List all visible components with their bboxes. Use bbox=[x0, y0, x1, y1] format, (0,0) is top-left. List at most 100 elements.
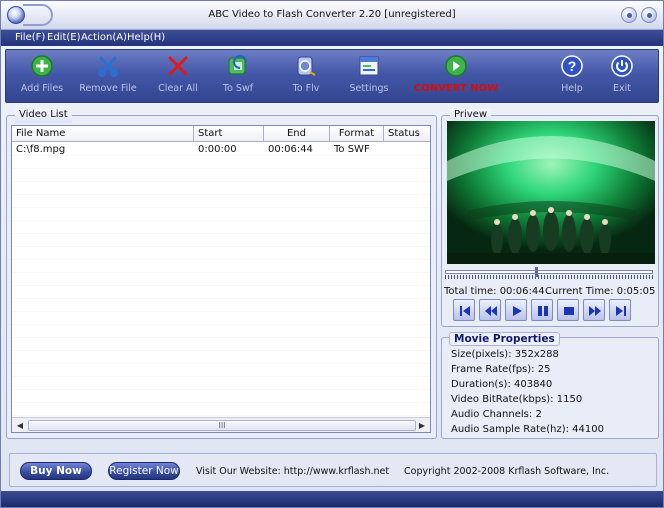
prop-audio-channels-value: 2 bbox=[535, 409, 542, 420]
to-swf-button[interactable]: To Swf bbox=[214, 54, 262, 100]
prop-frame-rate-value: 25 bbox=[537, 364, 551, 375]
website-link[interactable]: Visit Our Website: http://www.krflash.ne… bbox=[196, 466, 389, 477]
column-end[interactable]: End bbox=[264, 126, 330, 142]
power-icon bbox=[611, 55, 633, 77]
window-title: ABC Video to Flash Converter 2.20 [unreg… bbox=[208, 9, 456, 20]
prop-audio-channels: Audio Channels: 2 bbox=[451, 409, 542, 420]
buy-now-button[interactable]: Buy Now bbox=[20, 462, 92, 480]
table-body bbox=[12, 143, 430, 417]
rewind-icon bbox=[485, 306, 497, 316]
column-status[interactable]: Status bbox=[384, 126, 430, 142]
column-format[interactable]: Format bbox=[330, 126, 384, 142]
play-icon bbox=[513, 306, 522, 316]
table-row[interactable]: C:\f8.mpg 0:00:00 00:06:44 To SWF bbox=[12, 143, 430, 156]
seek-slider[interactable] bbox=[441, 265, 657, 280]
column-start[interactable]: Start bbox=[194, 126, 264, 142]
menu-action[interactable]: Action(A) bbox=[81, 32, 127, 43]
scroll-right-icon[interactable]: ▶ bbox=[415, 419, 429, 432]
video-list-table[interactable]: File Name Start End Format Status C:\f8.… bbox=[11, 125, 431, 433]
to-flv-label: To Flv bbox=[292, 83, 320, 94]
remove-file-label: Remove File bbox=[79, 83, 137, 94]
cell-file-name: C:\f8.mpg bbox=[16, 144, 66, 155]
horizontal-scrollbar[interactable]: ◀ III ▶ bbox=[12, 417, 430, 432]
convert-play-icon bbox=[445, 55, 467, 77]
prop-audio-sample-rate: Audio Sample Rate(hz): 44100 bbox=[451, 424, 604, 435]
prop-video-bitrate-value: 1150 bbox=[556, 394, 583, 405]
to-swf-label: To Swf bbox=[222, 83, 254, 94]
preview-frame-image bbox=[447, 121, 655, 264]
menu-help[interactable]: Help(H) bbox=[127, 32, 165, 43]
copyright-text: Copyright 2002-2008 Krflash Software, In… bbox=[404, 466, 610, 477]
convert-now-label: CONVERT NOW bbox=[413, 83, 499, 94]
settings-button[interactable]: Settings bbox=[344, 54, 394, 100]
cell-start: 0:00:00 bbox=[198, 144, 237, 155]
clear-all-button[interactable]: Clear All bbox=[154, 54, 202, 100]
toolbar: Add Files Remove File Clear All To Swf T… bbox=[5, 49, 659, 103]
seek-track bbox=[445, 270, 653, 274]
scissors-icon bbox=[98, 56, 118, 77]
pause-button[interactable] bbox=[531, 299, 553, 321]
seek-thumb[interactable] bbox=[535, 267, 538, 277]
to-flv-button[interactable]: To Flv bbox=[282, 54, 330, 100]
minimize-button[interactable] bbox=[621, 7, 637, 23]
app-window: ABC Video to Flash Converter 2.20 [unreg… bbox=[0, 0, 664, 508]
bottom-frame bbox=[1, 491, 663, 507]
close-button[interactable] bbox=[641, 7, 657, 23]
properties-title: Movie Properties bbox=[449, 332, 560, 346]
exit-button[interactable]: Exit bbox=[604, 54, 640, 100]
svg-text:?: ? bbox=[568, 58, 577, 74]
skip-start-icon bbox=[460, 306, 470, 316]
help-button[interactable]: ? Help bbox=[554, 54, 590, 100]
prop-audio-sample-rate-value: 44100 bbox=[572, 424, 604, 435]
table-header: File Name Start End Format Status bbox=[12, 126, 430, 142]
stop-icon bbox=[564, 307, 574, 315]
help-label: Help bbox=[561, 83, 583, 94]
play-button[interactable] bbox=[505, 299, 527, 321]
total-time-label: Total time: bbox=[444, 286, 497, 297]
settings-label: Settings bbox=[349, 83, 389, 94]
help-icon: ? bbox=[561, 55, 583, 77]
menu-edit[interactable]: Edit(E) bbox=[47, 32, 81, 43]
prop-frame-rate-label: Frame Rate(fps): bbox=[451, 364, 535, 375]
register-now-button[interactable]: Register Now bbox=[108, 462, 180, 480]
convert-now-button[interactable]: CONVERT NOW bbox=[412, 54, 500, 100]
fast-forward-icon bbox=[589, 306, 601, 316]
fast-forward-button[interactable] bbox=[583, 299, 605, 321]
current-time-label: Current Time: bbox=[545, 286, 614, 297]
scroll-thumb[interactable]: III bbox=[28, 420, 416, 431]
prop-size-value: 352x288 bbox=[514, 349, 559, 360]
prop-video-bitrate-label: Video BitRate(kbps): bbox=[451, 394, 554, 405]
footer-bar: Buy Now Register Now Visit Our Website: … bbox=[9, 453, 657, 487]
scroll-grip: III bbox=[218, 421, 226, 430]
prop-duration-label: Duration(s): bbox=[451, 379, 511, 390]
clear-x-icon bbox=[168, 56, 188, 76]
scroll-left-icon[interactable]: ◀ bbox=[13, 419, 27, 432]
stop-button[interactable] bbox=[557, 299, 579, 321]
flv-convert-icon bbox=[297, 56, 316, 76]
swf-convert-icon bbox=[228, 55, 247, 75]
video-list-title: Video List bbox=[15, 109, 72, 123]
prop-audio-sample-rate-label: Audio Sample Rate(hz): bbox=[451, 424, 569, 435]
cell-format: To SWF bbox=[334, 144, 370, 155]
menu-bar: File(F) Edit(E) Action(A) Help(H) bbox=[1, 30, 663, 46]
current-time-value: 0:05:05 bbox=[616, 286, 656, 297]
remove-file-button[interactable]: Remove File bbox=[76, 54, 140, 100]
column-file-name[interactable]: File Name bbox=[12, 126, 194, 142]
add-files-label: Add Files bbox=[20, 83, 64, 94]
skip-start-button[interactable] bbox=[453, 299, 475, 321]
prop-duration: Duration(s): 403840 bbox=[451, 379, 552, 390]
skip-end-icon bbox=[616, 306, 626, 316]
add-icon bbox=[31, 55, 53, 77]
pause-icon bbox=[538, 306, 548, 316]
skip-end-button[interactable] bbox=[609, 299, 631, 321]
title-bar: ABC Video to Flash Converter 2.20 [unreg… bbox=[1, 1, 663, 30]
total-time-value: 00:06:44 bbox=[499, 286, 545, 297]
menu-file[interactable]: File(F) bbox=[15, 32, 45, 43]
prop-video-bitrate: Video BitRate(kbps): 1150 bbox=[451, 394, 582, 405]
playback-controls bbox=[449, 299, 653, 321]
prop-frame-rate: Frame Rate(fps): 25 bbox=[451, 364, 550, 375]
add-files-button[interactable]: Add Files bbox=[16, 54, 68, 100]
video-preview bbox=[447, 121, 655, 264]
rewind-button[interactable] bbox=[479, 299, 501, 321]
settings-icon bbox=[359, 56, 379, 76]
